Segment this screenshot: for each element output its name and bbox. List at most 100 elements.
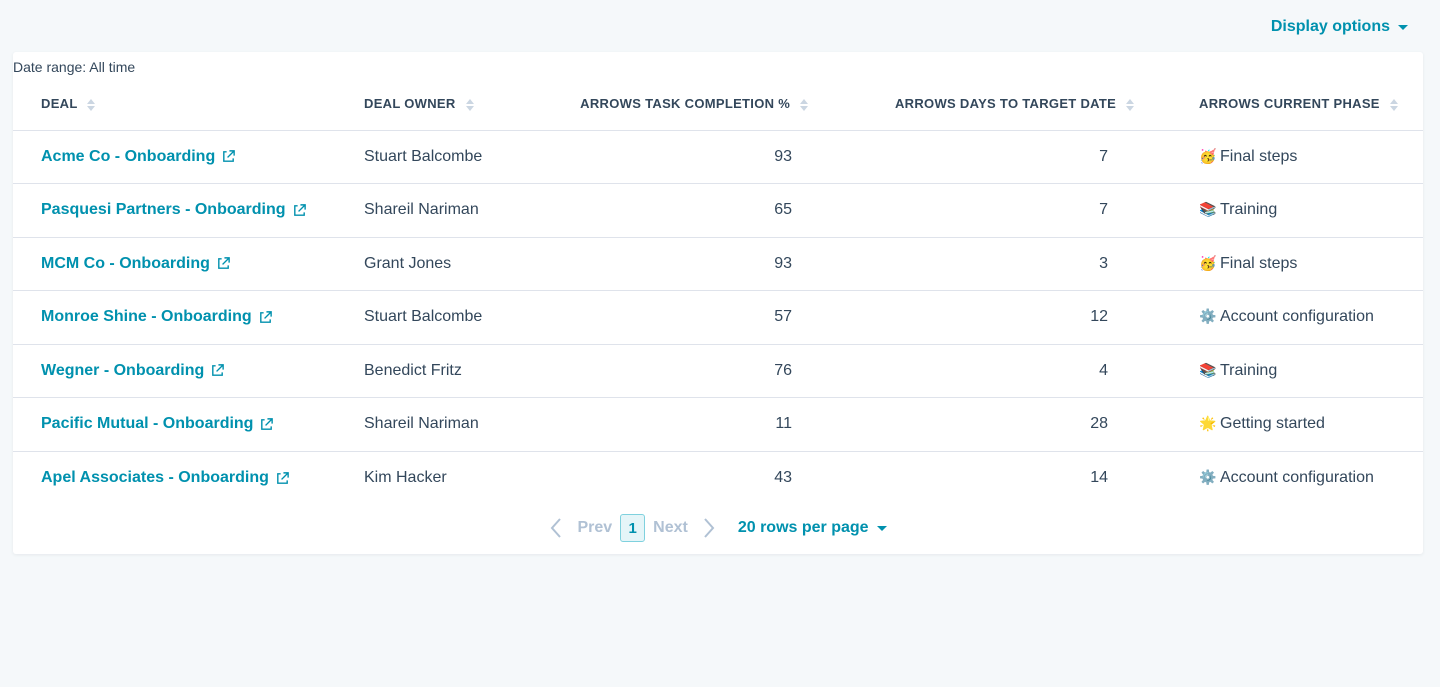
external-link-icon [217, 257, 230, 270]
chevron-left-icon [551, 518, 562, 538]
prev-page-button[interactable]: Prev [549, 517, 612, 539]
sort-icon[interactable] [1126, 98, 1134, 111]
deal-link[interactable]: Acme Co - Onboarding [41, 148, 236, 166]
cell-days-to-target: 28 [808, 397, 1144, 452]
sort-icon[interactable] [1389, 98, 1398, 111]
display-options-label: Display options [1270, 18, 1390, 35]
date-range-label: Date range: All time [13, 59, 136, 75]
phase-icon: 🌟 [1199, 415, 1217, 432]
column-header-task-completion[interactable]: ARROWS TASK COMPLETION % [564, 78, 808, 131]
cell-deal: Wegner - Onboarding [13, 344, 364, 398]
deal-name: Wegner - Onboarding [41, 361, 205, 379]
external-link-icon [277, 471, 289, 484]
external-link-icon [261, 417, 274, 430]
phase-icon: 📚 [1199, 201, 1217, 218]
cell-deal: MCM Co - Onboarding [13, 237, 364, 291]
deals-table: DEAL DEAL OWNER ARROWS TASK COMPLETION %… [13, 78, 1423, 505]
table-row: Pacific Mutual - Onboarding Shareil Narim… [13, 397, 1423, 452]
external-link-icon [259, 310, 272, 323]
phase-label: Training [1220, 201, 1278, 219]
table-header-row: DEAL DEAL OWNER ARROWS TASK COMPLETION %… [13, 78, 1423, 131]
caret-down-icon [1398, 24, 1408, 30]
cell-task-completion: 43 [774, 469, 792, 486]
table-row: Pasquesi Partners - Onboarding Shareil Na… [13, 183, 1423, 238]
cell-current-phase: 📚 Training [1144, 344, 1423, 398]
cell-days-to-target: 7 [808, 183, 1144, 238]
cell-current-phase: ⚙️ Account configuration [1144, 290, 1423, 345]
deal-link[interactable]: Pacific Mutual - Onboarding [41, 415, 274, 433]
cell-task-completion: 76 [564, 344, 808, 398]
rows-per-page-label: 20 rows per page [737, 519, 869, 536]
deal-name: Pasquesi Partners - Onboarding [41, 201, 286, 219]
cell-owner: Shareil Nariman [364, 183, 564, 238]
sort-icon[interactable] [800, 98, 808, 111]
column-header-label: ARROWS TASK COMPLETION % [580, 96, 791, 112]
table-row: Acme Co - Onboarding Stuart Balcombe 93 7 🥳 F… [13, 130, 1423, 184]
external-link-icon [212, 364, 225, 377]
column-header-label: DEAL OWNER [364, 96, 456, 112]
deal-link[interactable]: Apel Associates - Onboarding [41, 469, 290, 487]
phase-label: Training [1220, 361, 1278, 379]
cell-task-completion: 57 [564, 290, 808, 345]
table-row: Wegner - Onboarding Benedict Fritz 76 4 📚 Tra… [13, 344, 1423, 398]
phase-icon: 🥳 [1199, 254, 1217, 271]
phase-icon: ⚙️ [1199, 308, 1217, 325]
table-row: Monroe Shine - Onboarding Stuart Balcombe… [13, 290, 1423, 345]
next-page-button[interactable]: Next [653, 517, 716, 539]
chevron-right-icon [704, 518, 715, 538]
cell-current-phase: 📚 Training [1144, 183, 1423, 238]
phase-label: Final steps [1220, 254, 1298, 272]
page-number-current[interactable]: 1 [620, 514, 646, 542]
phase-label: Account configuration [1220, 308, 1374, 326]
cell-current-phase: 🥳 Final steps [1144, 237, 1423, 291]
cell-deal: Monroe Shine - Onboarding [13, 290, 364, 345]
external-link-icon [293, 203, 306, 216]
cell-days-to-target: 4 [808, 344, 1144, 398]
report-card: Date range: All time DEAL DEAL OWNER ARR… [13, 52, 1423, 554]
cell-task-completion: 65 [564, 183, 808, 238]
phase-label: Final steps [1220, 147, 1298, 165]
deal-link[interactable]: Pasquesi Partners - Onboarding [41, 201, 307, 219]
deal-link[interactable]: Monroe Shine - Onboarding [41, 308, 273, 326]
sort-icon[interactable] [87, 98, 96, 111]
deal-link[interactable]: MCM Co - Onboarding [41, 255, 231, 273]
table-row: MCM Co - Onboarding Grant Jones 93 3 🥳 Final … [13, 237, 1423, 291]
cell-owner: Grant Jones [364, 237, 564, 291]
column-header-label: ARROWS CURRENT PHASE [1199, 96, 1380, 112]
phase-label: Account configuration [1220, 469, 1374, 486]
cell-owner: Shareil Nariman [364, 397, 564, 452]
deal-name: Apel Associates - Onboarding [41, 469, 269, 486]
pagination: Prev 1 Next 20 rows per page [13, 514, 1423, 542]
phase-icon: 🥳 [1199, 147, 1217, 164]
cell-deal: Pacific Mutual - Onboarding [13, 397, 364, 452]
deal-name: Monroe Shine - Onboarding [41, 308, 252, 326]
prev-label: Prev [577, 519, 613, 536]
cell-deal: Apel Associates - Onboarding [13, 451, 364, 505]
cell-days-to-target: 12 [808, 290, 1144, 345]
cell-owner: Stuart Balcombe [364, 130, 564, 184]
table-row: Apel Associates - Onboarding Kim Hacker 43… [13, 451, 1423, 505]
cell-current-phase: 🌟 Getting started [1144, 397, 1423, 452]
caret-down-icon [876, 525, 887, 531]
column-header-owner[interactable]: DEAL OWNER [364, 78, 564, 131]
column-header-current-phase[interactable]: ARROWS CURRENT PHASE [1144, 78, 1423, 131]
column-header-days-to-target[interactable]: ARROWS DAYS TO TARGET DATE [808, 78, 1144, 131]
cell-owner: Stuart Balcombe [364, 290, 564, 345]
sort-icon[interactable] [465, 98, 474, 111]
cell-days-to-target: 14 [1090, 469, 1108, 486]
phase-label: Getting started [1220, 415, 1325, 433]
next-label: Next [653, 519, 688, 536]
column-header-deal[interactable]: DEAL [13, 78, 364, 131]
cell-days-to-target: 3 [808, 237, 1144, 291]
cell-task-completion: 93 [564, 237, 808, 291]
external-link-icon [223, 150, 236, 163]
rows-per-page-dropdown[interactable]: 20 rows per page [738, 519, 887, 537]
display-options-button[interactable]: Display options [1271, 18, 1408, 36]
cell-deal: Pasquesi Partners - Onboarding [13, 183, 364, 238]
cell-owner: Benedict Fritz [364, 344, 564, 398]
cell-owner: Kim Hacker [364, 469, 447, 486]
deal-link[interactable]: Wegner - Onboarding [41, 362, 225, 380]
cell-current-phase: 🥳 Final steps [1144, 130, 1423, 184]
column-header-label: DEAL [41, 96, 78, 112]
deal-name: MCM Co - Onboarding [41, 254, 210, 272]
